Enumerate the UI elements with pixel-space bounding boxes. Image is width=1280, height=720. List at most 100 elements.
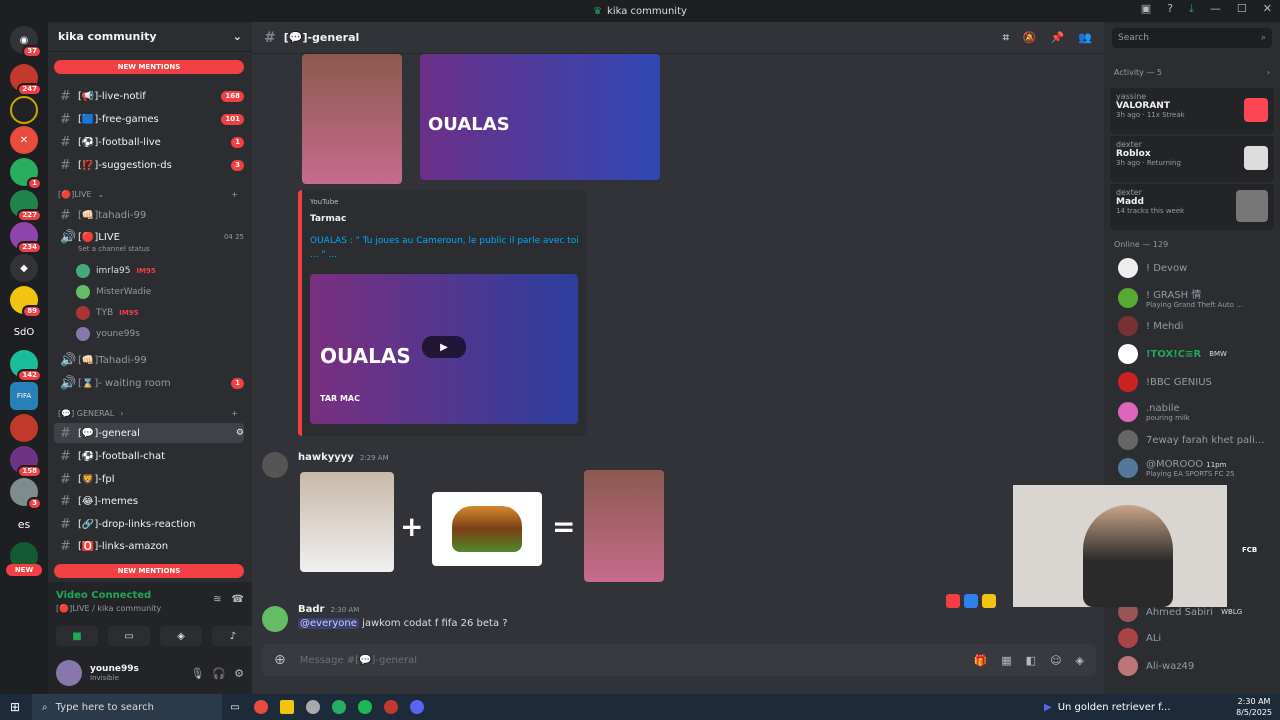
attachment-image[interactable] xyxy=(432,492,542,566)
activity-card[interactable]: dexter Roblox 3h ago · Returning xyxy=(1110,136,1274,182)
noise-suppression-icon[interactable]: ≋ xyxy=(213,594,221,605)
app-icon[interactable] xyxy=(378,694,404,720)
member-item[interactable]: !BBC GENIUS xyxy=(1118,372,1274,392)
server-header[interactable]: kika community ⌄ xyxy=(48,22,252,52)
category-live[interactable]: [🔴]LIVE ⌄ + xyxy=(58,190,238,199)
video-thumbnail[interactable]: OUALAS TAR MAC ▶ xyxy=(310,274,578,424)
voice-channel-tahadi[interactable]: 🔊 [👊🏻]Tahadi-99 xyxy=(54,350,244,370)
app-icon[interactable] xyxy=(300,694,326,720)
new-mentions-banner-bottom[interactable]: NEW MENTIONS xyxy=(54,564,244,578)
composer-placeholder[interactable]: Message #[💬]-general xyxy=(300,655,417,666)
voice-channel-live[interactable]: 🔊 [🔴]LIVE 04 25 xyxy=(54,227,244,247)
minimize-button[interactable]: — xyxy=(1210,2,1221,16)
server-icon[interactable]: 234 xyxy=(10,222,42,254)
search-input[interactable]: Search ⌕ xyxy=(1112,28,1272,48)
settings-icon[interactable]: ⚙ xyxy=(236,428,244,438)
voice-channel-waiting[interactable]: 🔊 [⌛]- waiting room 1 xyxy=(54,373,244,393)
screen-share-button[interactable]: ▭ xyxy=(108,626,150,646)
help-icon[interactable]: ? xyxy=(1167,2,1173,16)
mic-icon[interactable]: 🎙 xyxy=(190,667,204,680)
threads-icon[interactable]: ⌗ xyxy=(1003,31,1009,45)
add-attachment-icon[interactable]: ⊕ xyxy=(274,652,286,668)
channel-free-games[interactable]: # [🟦]-free-games 101 xyxy=(54,109,244,129)
discord-icon[interactable] xyxy=(404,694,430,720)
member-item[interactable]: ALi xyxy=(1118,628,1274,648)
add-channel-icon[interactable]: + xyxy=(231,190,238,199)
attachment-image[interactable] xyxy=(584,470,664,582)
mute-icon[interactable]: 🔕 xyxy=(1023,31,1037,45)
avatar[interactable] xyxy=(56,660,82,686)
members-icon[interactable]: 👥 xyxy=(1078,31,1092,45)
member-item[interactable]: Ali-waz49 xyxy=(1118,656,1274,676)
taskbar-search[interactable]: ⌕ Type here to search xyxy=(32,694,222,720)
embed-title[interactable]: OUALAS : " Tu joues au Cameroun, le publ… xyxy=(310,234,580,262)
message-author[interactable]: hawkyyyy 2:29 AM xyxy=(298,452,389,463)
activity-card[interactable]: dexter Madd 14 tracks this week xyxy=(1110,184,1274,230)
ok-hand-icon[interactable] xyxy=(982,594,996,608)
voice-user[interactable]: MisterWadie xyxy=(76,285,244,299)
task-view-icon[interactable]: ▭ xyxy=(222,694,248,720)
category-general[interactable]: [💬] GENERAL › + xyxy=(58,409,238,418)
message-composer[interactable]: ⊕ Message #[💬]-general 🎁 ▦ ◧ ☺ ◈ xyxy=(262,644,1096,676)
server-sdo[interactable]: SdO xyxy=(10,318,38,346)
server-icon[interactable]: ◆ xyxy=(10,254,38,282)
server-icon[interactable]: 158 xyxy=(10,446,42,478)
voice-user[interactable]: TYB IM95 xyxy=(76,306,244,320)
disconnect-icon[interactable]: ☎ xyxy=(232,594,244,605)
server-icon[interactable] xyxy=(10,96,38,124)
activity-card[interactable]: yassine VALORANT 3h ago · 11x Streak xyxy=(1110,88,1274,134)
spotify-icon[interactable] xyxy=(352,694,378,720)
channel-fpl[interactable]: # [🦁]-fpl xyxy=(54,469,244,489)
member-item[interactable]: 7eway farah khet pali... xyxy=(1118,430,1274,450)
home-button[interactable]: ◉ 37 xyxy=(10,26,42,58)
emoji-icon[interactable]: ☺ xyxy=(1050,654,1061,667)
reaction-icon[interactable] xyxy=(946,594,960,608)
channel-football-live[interactable]: # [⚽]-football-live 1 xyxy=(54,132,244,152)
server-icon[interactable]: 89 xyxy=(10,286,42,318)
channel-football-chat[interactable]: # [⚽]-football-chat xyxy=(54,446,244,466)
channel-links-amazon[interactable]: # [🅾️]-links-amazon xyxy=(54,536,244,556)
media-widget[interactable]: ▶ Un golden retriever f... xyxy=(1044,702,1171,713)
play-icon[interactable]: ▶ xyxy=(422,336,466,358)
server-icon[interactable]: 142 xyxy=(10,350,42,382)
server-fifa[interactable]: FIFA xyxy=(10,382,38,410)
channel-live-notif[interactable]: # [📢]-live-notif 168 xyxy=(54,86,244,106)
explorer-icon[interactable] xyxy=(274,694,300,720)
voice-user[interactable]: imrla95 IM95 xyxy=(76,264,244,278)
inbox-icon[interactable]: ▣ xyxy=(1141,2,1151,16)
server-icon[interactable] xyxy=(10,414,38,442)
windows-start-icon[interactable]: ⊞ xyxy=(10,700,20,714)
avatar[interactable] xyxy=(262,606,288,632)
member-item[interactable]: !TOX!C≡R BMW xyxy=(1118,344,1274,364)
headphones-icon[interactable]: 🎧 xyxy=(212,667,226,680)
close-button[interactable]: ✕ xyxy=(1263,2,1272,16)
xbox-icon[interactable] xyxy=(326,694,352,720)
server-icon[interactable]: 227 xyxy=(10,190,42,222)
message-author[interactable]: Badr 2:30 AM xyxy=(298,604,359,615)
member-item[interactable]: @MOROOO 11pm Playing EA SPORTS FC 25 xyxy=(1118,458,1274,478)
member-item[interactable]: ! GRASH 情 Playing Grand Theft Auto ... xyxy=(1118,286,1274,309)
add-channel-icon[interactable]: + xyxy=(231,409,238,418)
avatar[interactable] xyxy=(262,452,288,478)
server-icon[interactable]: 3 xyxy=(10,478,42,510)
channel-general[interactable]: # [💬]-general ⚙ xyxy=(54,423,244,443)
voice-user[interactable]: youne99s xyxy=(76,327,244,341)
maximize-button[interactable]: ☐ xyxy=(1237,2,1247,16)
set-status-link[interactable]: Set a channel status xyxy=(78,245,150,253)
chevron-right-icon[interactable]: › xyxy=(1267,68,1270,77)
embed-author[interactable]: Tarmac xyxy=(310,214,346,224)
channel-tahadi[interactable]: # [👊🏻]tahadi-99 xyxy=(54,205,244,225)
camera-button[interactable]: ■ xyxy=(56,626,98,646)
soundboard-button[interactable]: ♪ xyxy=(212,626,254,646)
server-es[interactable]: es xyxy=(10,510,38,538)
apps-icon[interactable]: ◈ xyxy=(1076,654,1084,667)
mention[interactable]: @everyone xyxy=(298,618,359,629)
new-mentions-pill[interactable]: NEW xyxy=(6,564,42,576)
attachment-image[interactable]: OUALAS xyxy=(420,54,660,180)
clock[interactable]: 2:30 AM 8/5/2025 xyxy=(1236,696,1272,718)
gift-icon[interactable]: 🎁 xyxy=(974,654,988,667)
server-icon[interactable]: 247 xyxy=(10,64,42,96)
member-item[interactable]: .nabile pouring milk xyxy=(1118,402,1274,422)
channel-drop-links[interactable]: # [🔗]-drop-links-reaction xyxy=(54,514,244,534)
voice-channel-link[interactable]: [🔴]LIVE / kika community xyxy=(56,604,161,613)
